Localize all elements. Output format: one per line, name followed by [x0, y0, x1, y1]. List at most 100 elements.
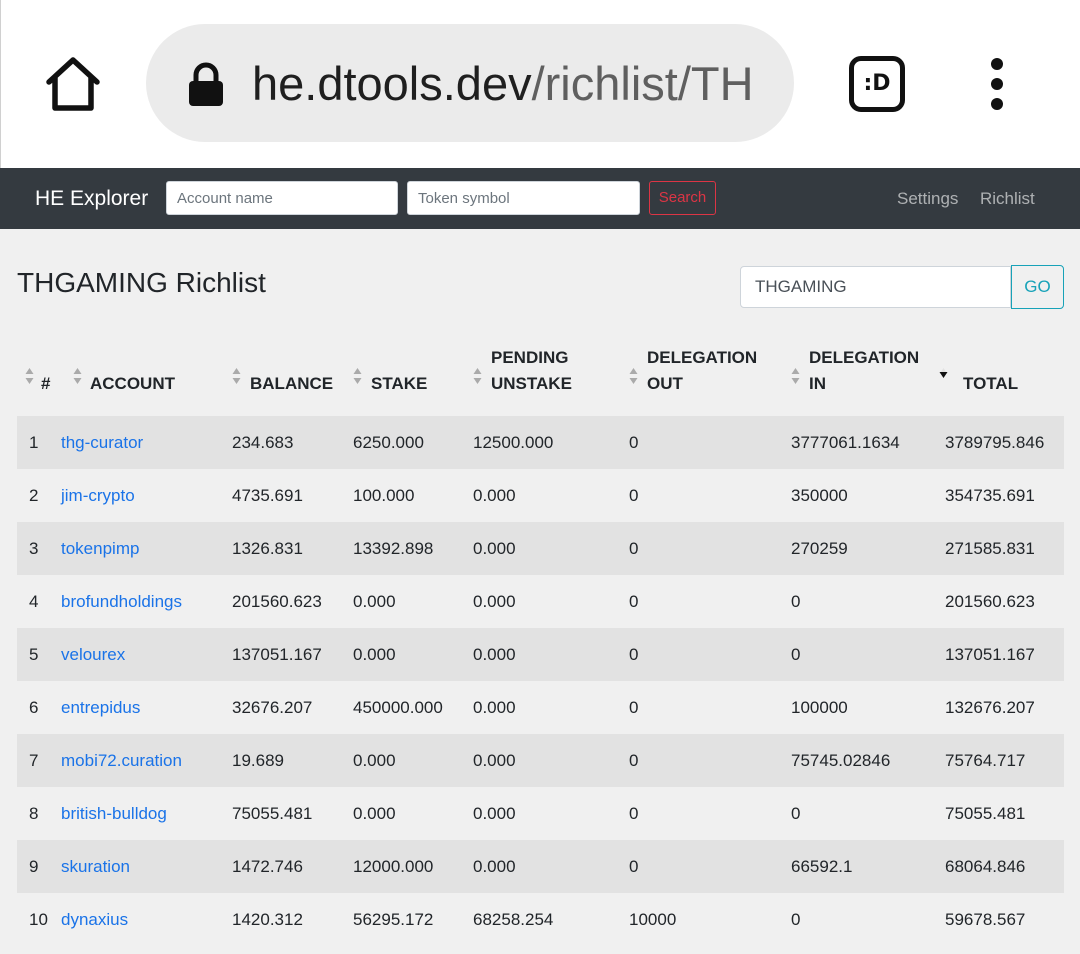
table-row: 3 tokenpimp 1326.831 13392.898 0.000 0 270259 2…	[17, 522, 1064, 575]
column-header-total[interactable]: TOTAL	[939, 340, 1064, 416]
cell-rank: 10	[29, 909, 48, 929]
account-name-input[interactable]	[166, 181, 398, 215]
cell-pending-unstake: 12500.000	[473, 432, 554, 452]
account-link[interactable]: skuration	[61, 857, 130, 876]
column-header-stake[interactable]: STAKE	[353, 340, 473, 416]
cell-rank: 2	[29, 485, 39, 505]
browser-toolbar: he.dtools.dev/richlist/TH :D	[0, 0, 1080, 168]
search-button[interactable]: Search	[649, 181, 716, 215]
account-link[interactable]: entrepidus	[61, 698, 140, 717]
lock-icon	[189, 62, 223, 106]
cell-delegation-in: 100000	[791, 697, 848, 717]
column-label: #	[41, 374, 51, 393]
account-link[interactable]: dynaxius	[61, 910, 128, 929]
cell-delegation-out: 10000	[629, 909, 677, 929]
cell-total: 59678.567	[945, 909, 1026, 929]
address-bar[interactable]: he.dtools.dev/richlist/TH	[146, 24, 794, 142]
account-link[interactable]: jim-crypto	[61, 486, 135, 505]
table-row: 6 entrepidus 32676.207 450000.000 0.000 0 1000…	[17, 681, 1064, 734]
cell-balance: 1472.746	[232, 856, 303, 876]
table-row: 1 thg-curator 234.683 6250.000 12500.000 0 377…	[17, 416, 1064, 469]
column-header-delegation-in[interactable]: DELEGATION IN	[791, 340, 945, 416]
cell-account: british-bulldog	[61, 787, 232, 840]
column-label: PENDING UNSTAKE	[473, 345, 629, 397]
cell-balance: 19.689	[232, 750, 284, 770]
cell-rank: 6	[29, 697, 39, 717]
cell-balance: 4735.691	[232, 485, 303, 505]
sort-icon	[25, 368, 34, 384]
cell-total: 75764.717	[945, 750, 1026, 770]
cell-balance: 234.683	[232, 432, 294, 452]
cell-pending-unstake: 0.000	[473, 803, 516, 823]
cell-total: 201560.623	[945, 591, 1035, 611]
cell-rank: 3	[29, 538, 39, 558]
cell-delegation-out: 0	[629, 591, 639, 611]
column-header-delegation-out[interactable]: DELEGATION OUT	[629, 340, 791, 416]
column-header-rank[interactable]: #	[17, 340, 61, 416]
nav-link-richlist[interactable]: Richlist	[980, 168, 1035, 229]
url-text: he.dtools.dev/richlist/TH	[252, 54, 772, 114]
cell-delegation-out: 0	[629, 697, 639, 717]
cell-stake: 13392.898	[353, 538, 434, 558]
account-link[interactable]: mobi72.curation	[61, 751, 182, 770]
cell-delegation-out: 0	[629, 485, 639, 505]
cell-delegation-out: 0	[629, 803, 639, 823]
cell-delegation-out: 0	[629, 432, 639, 452]
cell-total: 75055.481	[945, 803, 1026, 823]
nav-link-settings[interactable]: Settings	[897, 168, 958, 229]
sort-icon	[232, 368, 241, 384]
sort-desc-icon	[939, 368, 948, 378]
token-symbol-input[interactable]	[407, 181, 640, 215]
home-button[interactable]	[41, 52, 105, 116]
cell-total: 3789795.846	[945, 432, 1045, 452]
cell-pending-unstake: 0.000	[473, 591, 516, 611]
cell-delegation-in: 75745.02846	[791, 750, 891, 770]
sort-icon	[353, 368, 362, 384]
cell-total: 271585.831	[945, 538, 1035, 558]
column-header-account[interactable]: ACCOUNT	[61, 340, 232, 416]
extension-icon[interactable]: :D	[849, 56, 905, 112]
cell-account: velourex	[61, 628, 232, 681]
column-label: STAKE	[371, 374, 428, 393]
column-label: TOTAL	[963, 374, 1019, 393]
cell-delegation-in: 66592.1	[791, 856, 853, 876]
cell-total: 132676.207	[945, 697, 1035, 717]
account-link[interactable]: brofundholdings	[61, 592, 182, 611]
cell-delegation-in: 350000	[791, 485, 848, 505]
overflow-menu-button[interactable]	[981, 56, 1013, 112]
column-label: DELEGATION IN	[791, 345, 945, 397]
go-button[interactable]: GO	[1011, 265, 1064, 309]
column-label-line2: IN	[809, 374, 826, 393]
home-icon	[46, 57, 100, 111]
account-link[interactable]: tokenpimp	[61, 539, 139, 558]
cell-delegation-out: 0	[629, 750, 639, 770]
cell-balance: 1420.312	[232, 909, 303, 929]
column-label: BALANCE	[250, 374, 334, 393]
url-host: he.dtools.dev	[252, 57, 532, 110]
cell-pending-unstake: 0.000	[473, 538, 516, 558]
cell-delegation-in: 0	[791, 644, 801, 664]
account-link[interactable]: velourex	[61, 645, 125, 664]
account-link[interactable]: thg-curator	[61, 433, 143, 452]
cell-stake: 12000.000	[353, 856, 434, 876]
cell-delegation-out: 0	[629, 644, 639, 664]
column-header-balance[interactable]: BALANCE	[232, 340, 353, 416]
cell-balance: 201560.623	[232, 591, 322, 611]
column-label: ACCOUNT	[90, 374, 175, 393]
token-symbol-field[interactable]	[740, 266, 1011, 308]
site-navbar: HE Explorer Search Settings Richlist	[0, 168, 1080, 229]
brand-logo[interactable]: HE Explorer	[35, 168, 148, 229]
column-header-pending-unstake[interactable]: PENDING UNSTAKE	[473, 340, 629, 416]
url-path: /richlist/TH	[531, 57, 754, 110]
column-label-line2: UNSTAKE	[491, 374, 572, 393]
account-link[interactable]: british-bulldog	[61, 804, 167, 823]
cell-delegation-out: 0	[629, 538, 639, 558]
cell-balance: 32676.207	[232, 697, 313, 717]
table-row: 9 skuration 1472.746 12000.000 0.000 0 66592.1…	[17, 840, 1064, 893]
cell-total: 137051.167	[945, 644, 1035, 664]
cell-stake: 0.000	[353, 591, 396, 611]
cell-rank: 5	[29, 644, 39, 664]
cell-pending-unstake: 0.000	[473, 750, 516, 770]
table-row: 7 mobi72.curation 19.689 0.000 0.000 0 75745.0…	[17, 734, 1064, 787]
sort-icon	[791, 368, 800, 384]
